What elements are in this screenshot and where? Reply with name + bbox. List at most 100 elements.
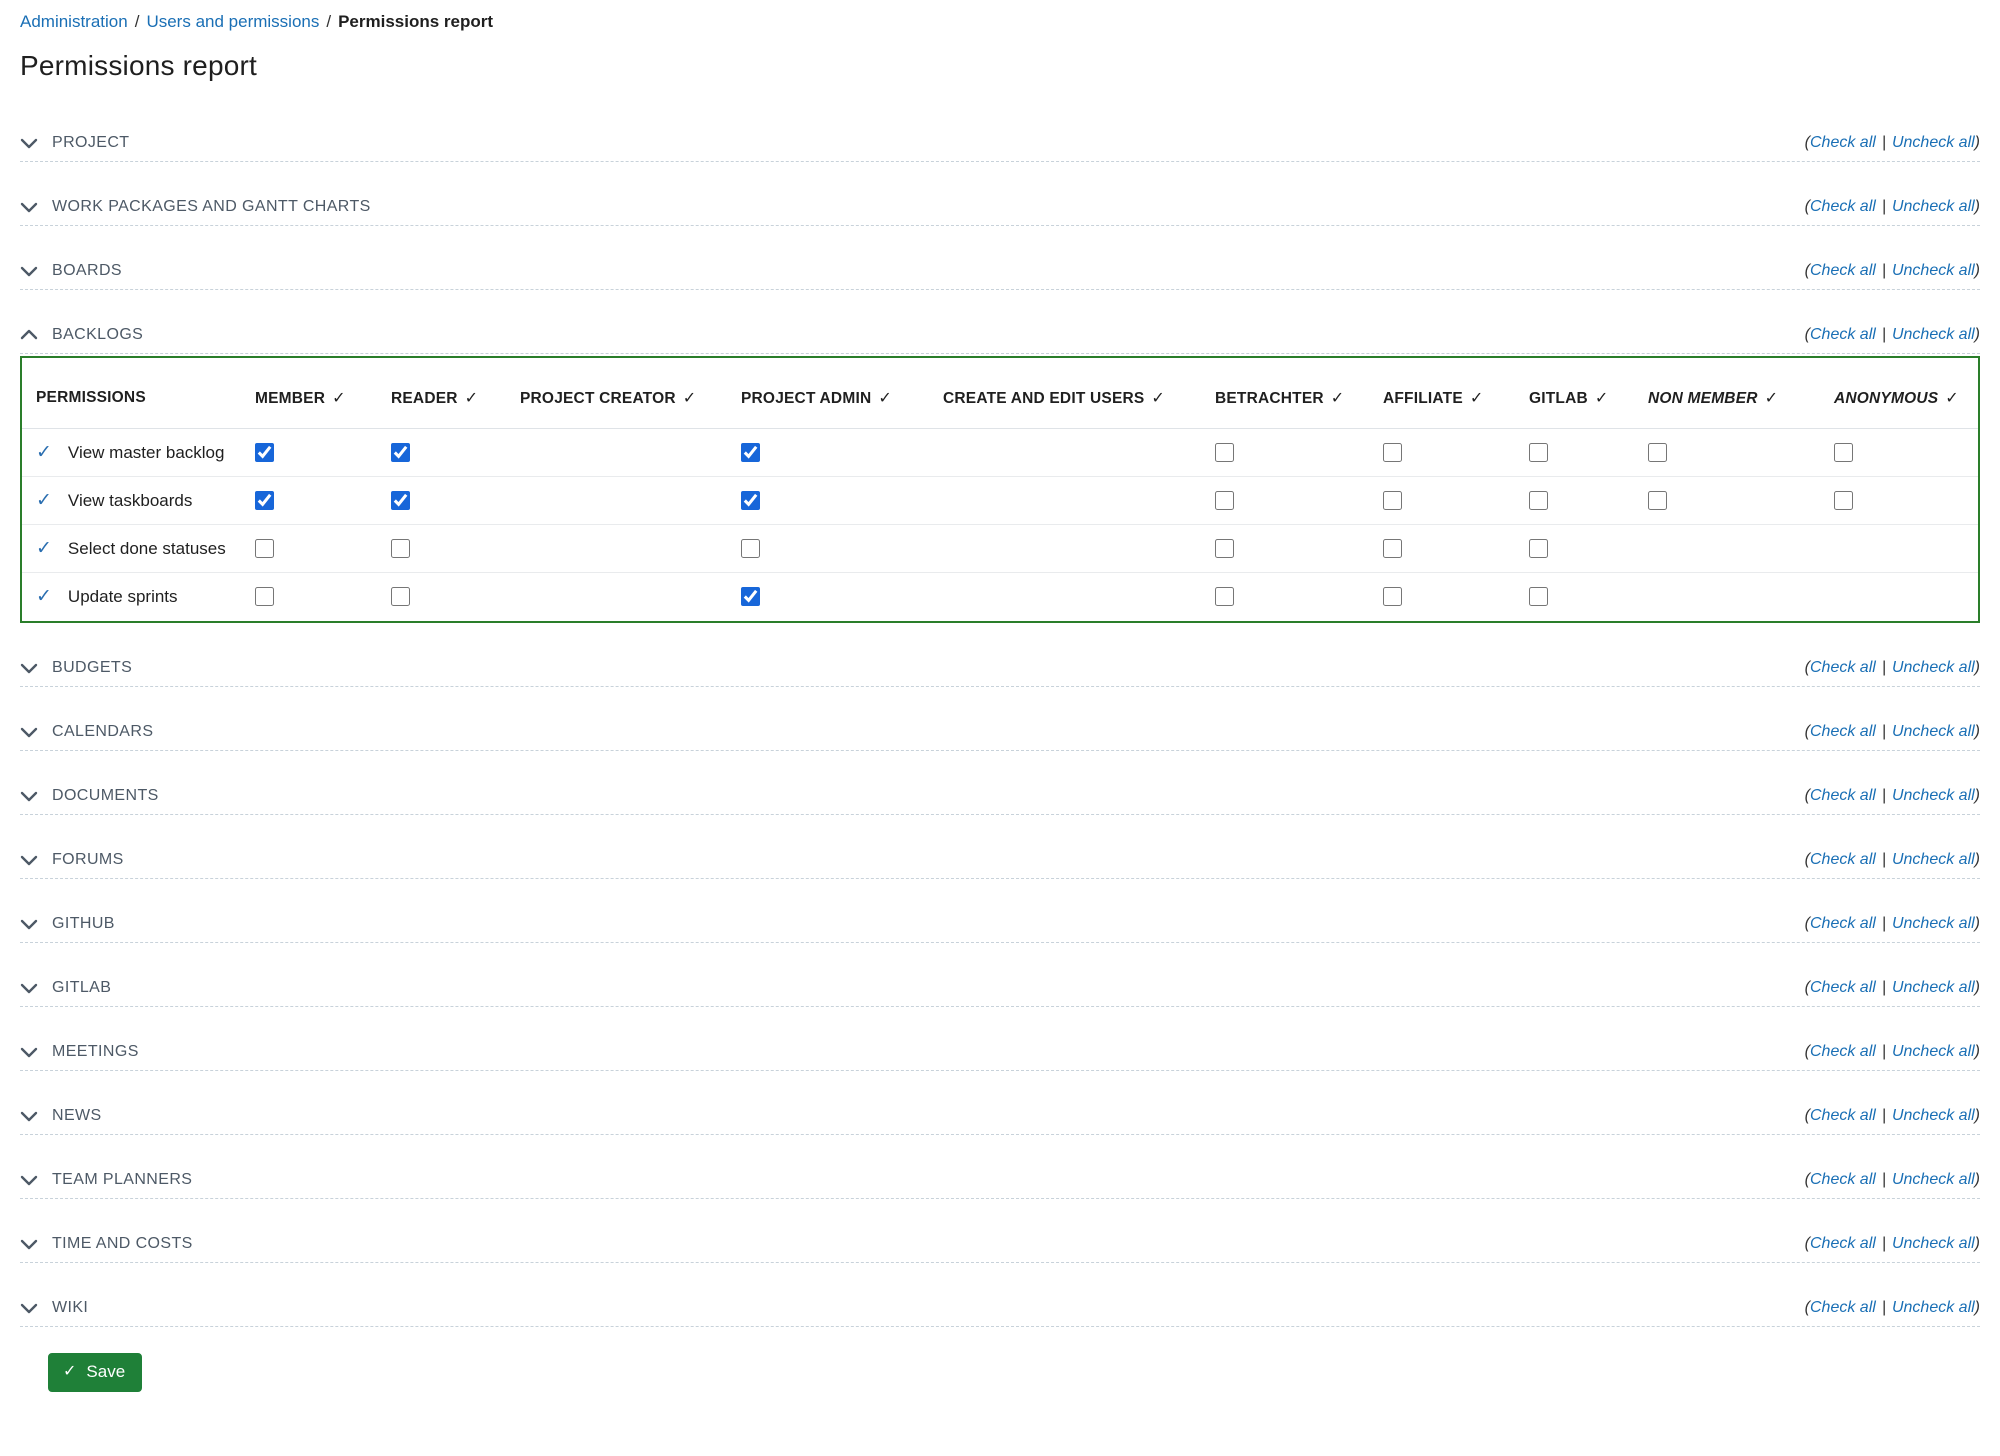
checkbox-gitlab-view-taskboards[interactable] bbox=[1529, 491, 1548, 510]
checkbox-gitlab-view-master-backlog[interactable] bbox=[1529, 443, 1548, 462]
section-title-backlogs: BACKLOGS bbox=[20, 326, 143, 344]
uncheck-all-link-backlogs[interactable]: Uncheck all bbox=[1892, 326, 1975, 343]
chevron-down-icon[interactable] bbox=[20, 982, 38, 994]
check-icon: ✓ bbox=[1765, 390, 1779, 407]
check-icon: ✓ bbox=[1945, 390, 1959, 407]
chevron-down-icon[interactable] bbox=[20, 1174, 38, 1186]
check-all-link-calendars[interactable]: Check all bbox=[1810, 723, 1876, 740]
check-all-link-documents[interactable]: Check all bbox=[1810, 787, 1876, 804]
check-all-link-team-planners[interactable]: Check all bbox=[1810, 1171, 1876, 1188]
checkbox-reader-select-done-statuses[interactable] bbox=[391, 539, 410, 558]
check-uncheck-links-github: (Check all|Uncheck all) bbox=[1805, 915, 1980, 933]
checkbox-project-admin-select-done-statuses[interactable] bbox=[741, 539, 760, 558]
section-header-boards[interactable]: BOARDS(Check all|Uncheck all) bbox=[20, 262, 1980, 290]
chevron-down-icon[interactable] bbox=[20, 1302, 38, 1314]
section-header-backlogs[interactable]: BACKLOGS(Check all|Uncheck all) bbox=[20, 326, 1980, 354]
checkbox-betrachter-select-done-statuses[interactable] bbox=[1215, 539, 1234, 558]
check-all-link-time-and-costs[interactable]: Check all bbox=[1810, 1235, 1876, 1252]
chevron-down-icon[interactable] bbox=[20, 265, 38, 277]
uncheck-all-link-documents[interactable]: Uncheck all bbox=[1892, 787, 1975, 804]
section-header-documents[interactable]: DOCUMENTS(Check all|Uncheck all) bbox=[20, 787, 1980, 815]
section-header-calendars[interactable]: CALENDARS(Check all|Uncheck all) bbox=[20, 723, 1980, 751]
link-separator: | bbox=[1882, 659, 1886, 676]
checkbox-non-member-view-taskboards[interactable] bbox=[1648, 491, 1667, 510]
section-header-forums[interactable]: FORUMS(Check all|Uncheck all) bbox=[20, 851, 1980, 879]
uncheck-all-link-gitlab[interactable]: Uncheck all bbox=[1892, 979, 1975, 996]
chevron-down-icon[interactable] bbox=[20, 1110, 38, 1122]
check-all-link-boards[interactable]: Check all bbox=[1810, 262, 1876, 279]
check-all-link-github[interactable]: Check all bbox=[1810, 915, 1876, 932]
uncheck-all-link-boards[interactable]: Uncheck all bbox=[1892, 262, 1975, 279]
uncheck-all-link-news[interactable]: Uncheck all bbox=[1892, 1107, 1975, 1124]
chevron-down-icon[interactable] bbox=[20, 662, 38, 674]
checkbox-betrachter-view-taskboards[interactable] bbox=[1215, 491, 1234, 510]
check-all-link-meetings[interactable]: Check all bbox=[1810, 1043, 1876, 1060]
section-header-project[interactable]: PROJECT(Check all|Uncheck all) bbox=[20, 134, 1980, 162]
checkbox-non-member-view-master-backlog[interactable] bbox=[1648, 443, 1667, 462]
uncheck-all-link-github[interactable]: Uncheck all bbox=[1892, 915, 1975, 932]
section-header-news[interactable]: NEWS(Check all|Uncheck all) bbox=[20, 1107, 1980, 1135]
save-button[interactable]: ✓ Save bbox=[48, 1353, 142, 1392]
chevron-down-icon[interactable] bbox=[20, 790, 38, 802]
checkbox-affiliate-view-taskboards[interactable] bbox=[1383, 491, 1402, 510]
check-all-link-backlogs[interactable]: Check all bbox=[1810, 326, 1876, 343]
check-all-link-work-packages-and-gantt-charts[interactable]: Check all bbox=[1810, 198, 1876, 215]
checkbox-betrachter-update-sprints[interactable] bbox=[1215, 587, 1234, 606]
uncheck-all-link-calendars[interactable]: Uncheck all bbox=[1892, 723, 1975, 740]
checkbox-member-view-taskboards[interactable] bbox=[255, 491, 274, 510]
check-all-link-forums[interactable]: Check all bbox=[1810, 851, 1876, 868]
checkbox-betrachter-view-master-backlog[interactable] bbox=[1215, 443, 1234, 462]
chevron-up-icon[interactable] bbox=[20, 329, 38, 341]
check-all-link-budgets[interactable]: Check all bbox=[1810, 659, 1876, 676]
checkbox-project-admin-view-master-backlog[interactable] bbox=[741, 443, 760, 462]
uncheck-all-link-work-packages-and-gantt-charts[interactable]: Uncheck all bbox=[1892, 198, 1975, 215]
breadcrumb-item-administration[interactable]: Administration bbox=[20, 12, 128, 31]
section-team-planners: TEAM PLANNERS(Check all|Uncheck all) bbox=[20, 1171, 1980, 1199]
check-all-link-gitlab[interactable]: Check all bbox=[1810, 979, 1876, 996]
checkbox-gitlab-select-done-statuses[interactable] bbox=[1529, 539, 1548, 558]
checkbox-reader-view-taskboards[interactable] bbox=[391, 491, 410, 510]
section-header-work-packages-and-gantt-charts[interactable]: WORK PACKAGES AND GANTT CHARTS(Check all… bbox=[20, 198, 1980, 226]
uncheck-all-link-time-and-costs[interactable]: Uncheck all bbox=[1892, 1235, 1975, 1252]
chevron-down-icon[interactable] bbox=[20, 201, 38, 213]
uncheck-all-link-forums[interactable]: Uncheck all bbox=[1892, 851, 1975, 868]
chevron-down-icon[interactable] bbox=[20, 1238, 38, 1250]
checkbox-affiliate-select-done-statuses[interactable] bbox=[1383, 539, 1402, 558]
chevron-down-icon[interactable] bbox=[20, 726, 38, 738]
uncheck-all-link-project[interactable]: Uncheck all bbox=[1892, 134, 1975, 151]
uncheck-all-link-wiki[interactable]: Uncheck all bbox=[1892, 1299, 1975, 1316]
section-budgets: BUDGETS(Check all|Uncheck all) bbox=[20, 659, 1980, 687]
checkbox-project-admin-update-sprints[interactable] bbox=[741, 587, 760, 606]
checkbox-anonymous-view-master-backlog[interactable] bbox=[1834, 443, 1853, 462]
section-header-team-planners[interactable]: TEAM PLANNERS(Check all|Uncheck all) bbox=[20, 1171, 1980, 1199]
check-all-link-wiki[interactable]: Check all bbox=[1810, 1299, 1876, 1316]
checkbox-anonymous-view-taskboards[interactable] bbox=[1834, 491, 1853, 510]
section-header-github[interactable]: GITHUB(Check all|Uncheck all) bbox=[20, 915, 1980, 943]
checkbox-member-select-done-statuses[interactable] bbox=[255, 539, 274, 558]
section-header-time-and-costs[interactable]: TIME AND COSTS(Check all|Uncheck all) bbox=[20, 1235, 1980, 1263]
checkbox-member-update-sprints[interactable] bbox=[255, 587, 274, 606]
chevron-down-icon[interactable] bbox=[20, 1046, 38, 1058]
uncheck-all-link-meetings[interactable]: Uncheck all bbox=[1892, 1043, 1975, 1060]
checkbox-gitlab-update-sprints[interactable] bbox=[1529, 587, 1548, 606]
checkbox-reader-update-sprints[interactable] bbox=[391, 587, 410, 606]
chevron-down-icon[interactable] bbox=[20, 854, 38, 866]
uncheck-all-link-budgets[interactable]: Uncheck all bbox=[1892, 659, 1975, 676]
checkbox-member-view-master-backlog[interactable] bbox=[255, 443, 274, 462]
uncheck-all-link-team-planners[interactable]: Uncheck all bbox=[1892, 1171, 1975, 1188]
breadcrumb-item-users-and-permissions[interactable]: Users and permissions bbox=[146, 12, 319, 31]
chevron-down-icon[interactable] bbox=[20, 918, 38, 930]
checkbox-project-admin-view-taskboards[interactable] bbox=[741, 491, 760, 510]
cell-anonymous bbox=[1820, 477, 1978, 525]
chevron-down-icon[interactable] bbox=[20, 137, 38, 149]
checkbox-reader-view-master-backlog[interactable] bbox=[391, 443, 410, 462]
section-header-gitlab[interactable]: GITLAB(Check all|Uncheck all) bbox=[20, 979, 1980, 1007]
section-header-budgets[interactable]: BUDGETS(Check all|Uncheck all) bbox=[20, 659, 1980, 687]
check-all-link-news[interactable]: Check all bbox=[1810, 1107, 1876, 1124]
checkbox-affiliate-view-master-backlog[interactable] bbox=[1383, 443, 1402, 462]
section-header-meetings[interactable]: MEETINGS(Check all|Uncheck all) bbox=[20, 1043, 1980, 1071]
check-all-link-project[interactable]: Check all bbox=[1810, 134, 1876, 151]
check-uncheck-links-documents: (Check all|Uncheck all) bbox=[1805, 787, 1980, 805]
section-header-wiki[interactable]: WIKI(Check all|Uncheck all) bbox=[20, 1299, 1980, 1327]
checkbox-affiliate-update-sprints[interactable] bbox=[1383, 587, 1402, 606]
